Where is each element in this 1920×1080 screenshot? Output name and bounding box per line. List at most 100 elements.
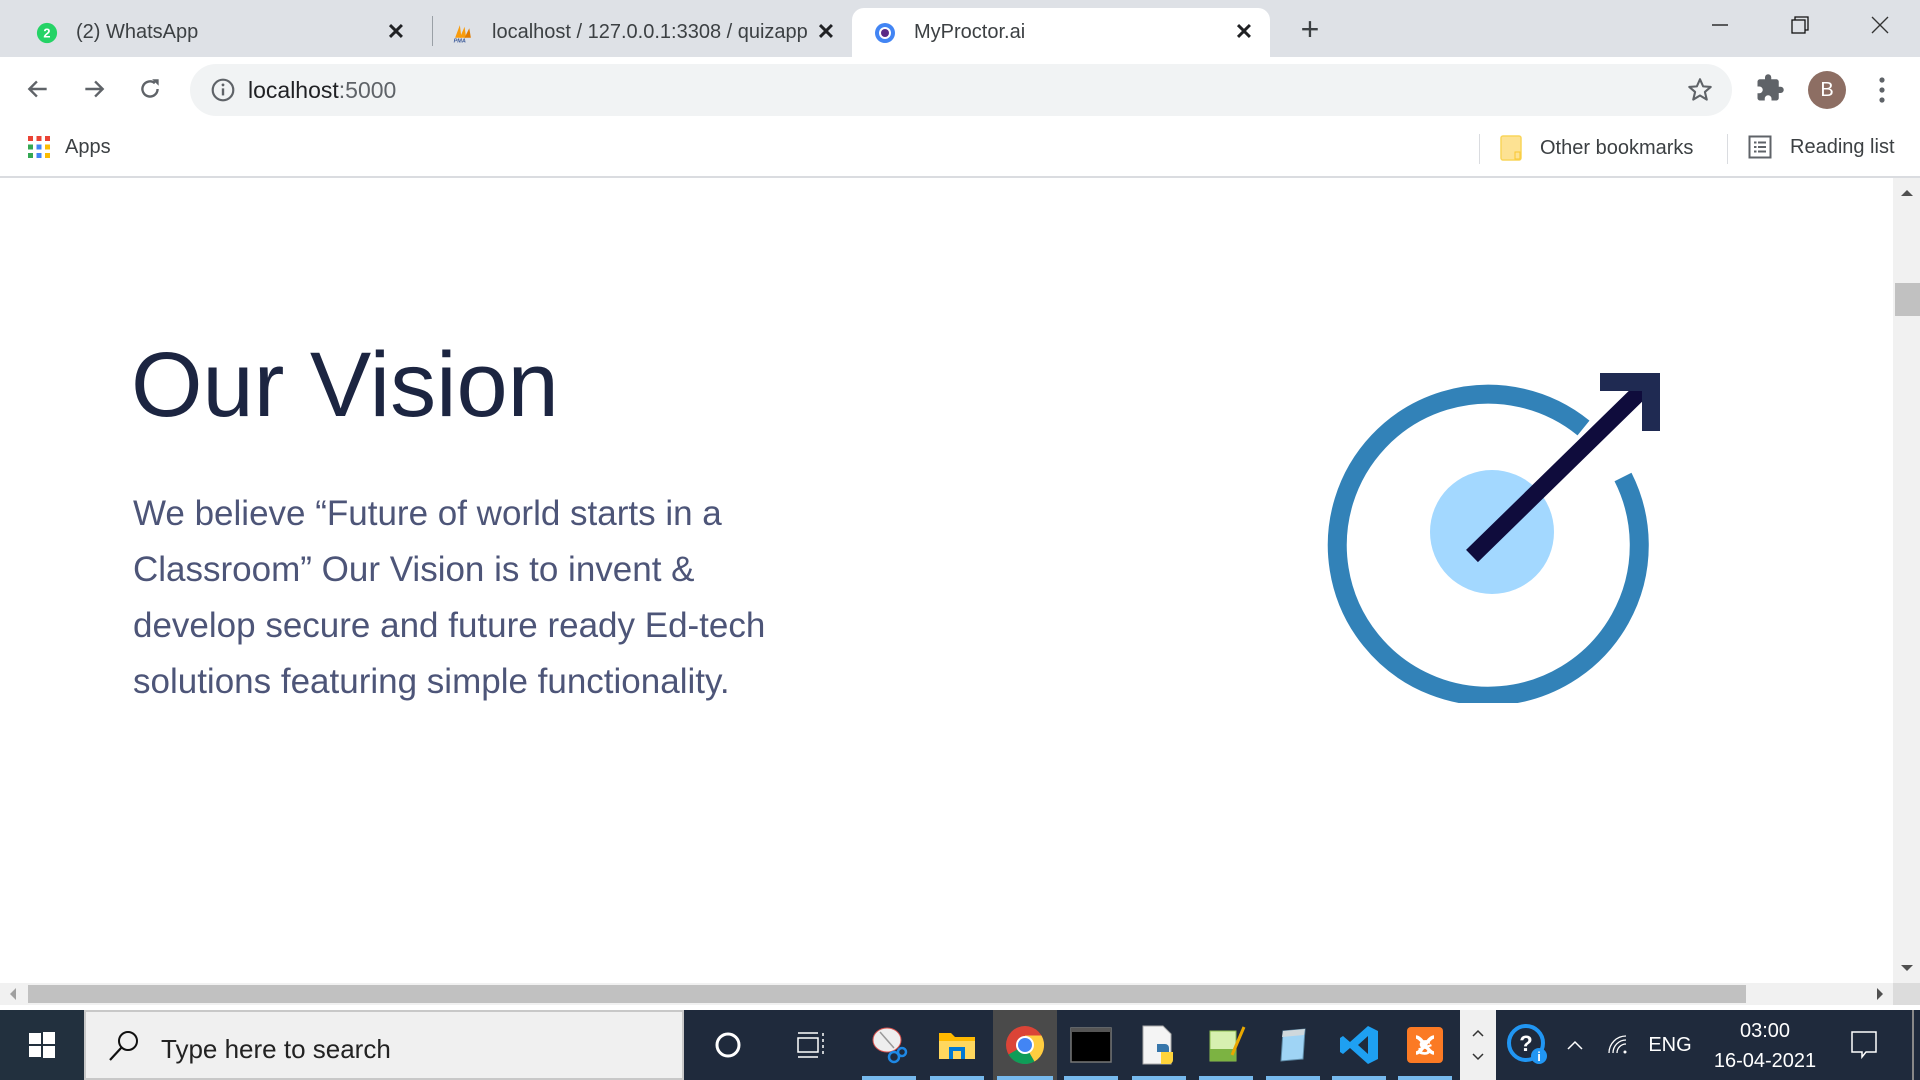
apps-shortcut[interactable]: Apps [27,135,111,159]
taskbar-app-notepad-plus-plus[interactable] [1195,1010,1257,1080]
profile-avatar[interactable]: B [1808,71,1846,109]
chrome-icon [1006,1026,1045,1065]
chevron-up-icon [1472,1029,1484,1037]
forward-arrow-icon [85,80,105,98]
extensions-puzzle-icon[interactable] [1755,73,1785,108]
vertical-scroll-thumb[interactable] [1895,283,1920,316]
task-view-button[interactable] [780,1010,842,1080]
scroll-down-arrow-icon[interactable] [1901,965,1913,971]
reading-list[interactable]: Reading list [1748,135,1895,159]
horizontal-scroll-thumb[interactable] [28,985,1746,1003]
close-window-button[interactable] [1840,0,1920,50]
tab-title: localhost / 127.0.0.1:3308 / quizapp [492,21,808,43]
scroll-right-arrow-icon[interactable] [1877,988,1883,1000]
other-bookmarks-label: Other bookmarks [1540,136,1694,159]
horizontal-scrollbar[interactable] [0,983,1893,1005]
taskbar-search-box[interactable]: Type here to search [84,1010,684,1080]
bookmarks-separator [1479,134,1480,164]
reload-icon [141,79,159,98]
address-bar[interactable]: localhost:5000 [190,64,1732,116]
reload-button[interactable] [130,69,170,109]
search-placeholder: Type here to search [161,1034,391,1064]
bookmarks-separator [1727,134,1728,164]
close-tab-icon[interactable]: ✕ [1232,20,1256,44]
reading-list-label: Reading list [1790,135,1895,158]
close-tab-icon[interactable]: ✕ [384,20,408,44]
close-icon [1871,16,1889,34]
system-clock[interactable]: 03:00 16-04-2021 [1700,1016,1830,1076]
start-button[interactable] [0,1010,84,1080]
python-file-icon [1142,1025,1173,1065]
svg-text:i: i [1537,1049,1541,1064]
url-port: :5000 [338,77,397,103]
windows-taskbar: Type here to search ꞩ ? i ENG 03:00 16-0… [0,1010,1920,1080]
minimize-button[interactable] [1680,0,1760,50]
taskbar-app-chrome[interactable] [993,1010,1057,1080]
close-tab-icon[interactable]: ✕ [814,20,838,44]
action-center-button[interactable] [1842,1010,1886,1080]
url-text[interactable]: localhost:5000 [248,77,396,104]
svg-text:PMA: PMA [454,38,466,44]
browser-menu-icon[interactable] [1870,75,1894,105]
bookmark-star-icon[interactable] [1686,76,1714,109]
target-arrow-illustration [1327,373,1660,703]
file-explorer-icon [939,1033,975,1059]
phpmyadmin-icon: PMA [452,22,474,44]
site-favicon-icon [874,22,896,44]
taskbar-app-file-explorer[interactable] [926,1010,988,1080]
clock-date: 16-04-2021 [1713,1050,1817,1072]
show-desktop-button[interactable] [1912,1010,1914,1080]
clock-time: 03:00 [1739,1020,1791,1042]
other-bookmarks[interactable]: Other bookmarks [1500,135,1693,161]
scroll-left-arrow-icon[interactable] [10,988,16,1000]
tab-title: (2) WhatsApp [76,21,199,43]
notepad-plus-plus-icon [1209,1026,1246,1062]
taskbar-app-snipping-tool[interactable] [858,1010,920,1080]
scrollbar-corner [1893,983,1920,1005]
vscode-icon [1340,1026,1378,1064]
folder-icon [1500,135,1522,161]
taskbar-app-xampp[interactable]: ꞩ [1394,1010,1456,1080]
svg-text:2: 2 [43,25,50,40]
show-hidden-icons-button[interactable] [1560,1010,1590,1080]
taskbar-scroll-buttons[interactable] [1460,1010,1496,1080]
taskbar-app-vscode[interactable] [1328,1010,1390,1080]
cortana-button[interactable] [697,1010,759,1080]
bookmarks-bar: Apps Other bookmarks Reading list [0,123,1920,178]
running-indicator [1266,1076,1320,1080]
restore-button[interactable] [1760,0,1840,50]
site-info-icon[interactable] [210,77,236,108]
vertical-scrollbar[interactable] [1893,178,1920,983]
running-indicator [1132,1076,1186,1080]
svg-text:?: ? [1519,1031,1532,1056]
scroll-up-arrow-icon[interactable] [1901,190,1913,196]
windows-logo-icon [29,1032,55,1058]
taskbar-app-python-file[interactable] [1128,1010,1190,1080]
apps-grid-icon [28,136,50,158]
network-tray-icon[interactable] [1600,1010,1636,1080]
taskbar-app-notepad[interactable] [1262,1010,1324,1080]
tab-phpmyadmin[interactable]: PMA localhost / 127.0.0.1:3308 / quizapp… [432,8,852,57]
back-button[interactable] [18,69,58,109]
running-indicator [1398,1076,1452,1080]
restore-icon [1791,16,1809,34]
page-viewport: Our Vision We believe “Future of world s… [0,178,1893,983]
new-tab-button[interactable]: + [1292,12,1328,48]
tab-strip: 2 (2) WhatsApp ✕ PMA localhost / 127.0.0… [0,0,1920,57]
cortana-icon [715,1032,741,1058]
help-tray-icon[interactable]: ? i [1500,1010,1556,1080]
tab-whatsapp[interactable]: 2 (2) WhatsApp ✕ [24,8,422,57]
chevron-up-icon [1567,1040,1583,1050]
forward-button[interactable] [74,69,114,109]
language-indicator[interactable]: ENG [1644,1010,1696,1080]
xampp-icon: ꞩ [1407,1027,1443,1063]
running-indicator [930,1076,984,1080]
browser-toolbar: localhost:5000 B [0,57,1920,123]
notification-icon [1851,1031,1877,1060]
taskbar-app-terminal[interactable] [1060,1010,1122,1080]
tab-myproctor[interactable]: MyProctor.ai ✕ [852,8,1270,57]
task-view-icon [797,1032,824,1058]
running-indicator [1199,1076,1253,1080]
url-host: localhost [248,77,339,103]
running-indicator [997,1076,1053,1080]
